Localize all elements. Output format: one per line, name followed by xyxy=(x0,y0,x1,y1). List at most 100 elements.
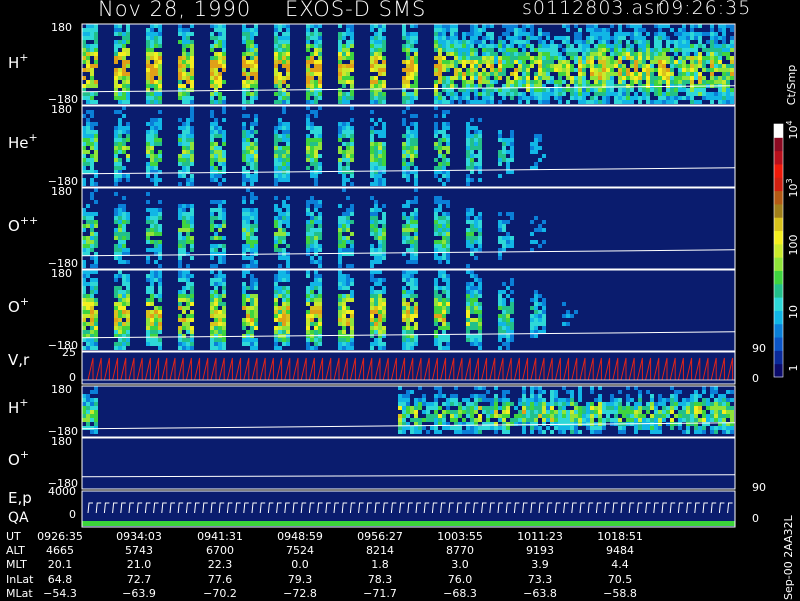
heat-cell xyxy=(314,306,318,310)
heat-cell xyxy=(514,406,518,410)
heat-cell xyxy=(522,394,526,398)
heat-cell xyxy=(486,96,490,100)
heat-cell xyxy=(246,256,250,260)
heat-cell xyxy=(594,24,598,28)
heat-cell xyxy=(630,72,634,76)
heat-cell xyxy=(182,158,186,162)
heat-cell xyxy=(82,126,86,130)
heat-cell xyxy=(314,220,318,224)
heat-cell xyxy=(730,36,734,40)
heat-cell xyxy=(274,208,278,212)
heat-cell xyxy=(406,278,410,282)
heat-cell xyxy=(402,158,406,162)
heat-cell xyxy=(82,410,86,414)
heat-cell xyxy=(414,196,418,200)
heat-cell xyxy=(434,394,438,398)
heat-cell xyxy=(690,48,694,52)
heat-cell xyxy=(154,212,158,216)
heat-cell xyxy=(614,410,618,414)
heat-cell xyxy=(650,56,654,60)
heat-cell xyxy=(538,40,542,44)
heat-cell xyxy=(722,100,726,104)
heat-cell xyxy=(498,228,502,232)
heat-cell xyxy=(378,302,382,306)
heat-cell xyxy=(438,318,442,322)
heat-cell xyxy=(450,44,454,48)
heat-cell xyxy=(374,270,378,274)
heat-cell xyxy=(678,64,682,68)
heat-cell xyxy=(626,100,630,104)
heat-cell xyxy=(222,28,226,32)
heat-cell xyxy=(510,278,514,282)
heat-cell xyxy=(586,40,590,44)
heat-cell xyxy=(242,302,246,306)
heat-cell xyxy=(90,32,94,36)
heat-cell xyxy=(450,24,454,28)
heat-cell xyxy=(542,32,546,36)
heat-cell xyxy=(614,414,618,418)
heat-cell xyxy=(306,318,310,322)
heat-cell xyxy=(250,178,254,182)
heat-cell xyxy=(158,256,162,260)
heat-cell xyxy=(306,224,310,228)
heat-cell xyxy=(222,310,226,314)
heat-cell xyxy=(146,138,150,142)
heat-cell xyxy=(542,322,546,326)
heat-cell xyxy=(442,44,446,48)
heat-cell xyxy=(114,52,118,56)
heat-cell xyxy=(466,298,470,302)
heat-cell xyxy=(614,32,618,36)
heat-cell xyxy=(498,302,502,306)
heat-cell xyxy=(442,126,446,130)
heat-cell xyxy=(650,426,654,430)
heat-cell xyxy=(286,126,290,130)
heat-cell xyxy=(286,274,290,278)
heat-cell xyxy=(438,166,442,170)
heat-cell xyxy=(338,138,342,142)
heat-cell xyxy=(182,208,186,212)
heat-cell xyxy=(222,244,226,248)
heat-cell xyxy=(250,126,254,130)
heat-cell xyxy=(686,56,690,60)
heat-cell xyxy=(654,426,658,430)
heat-cell xyxy=(374,84,378,88)
heat-cell xyxy=(510,40,514,44)
heat-cell xyxy=(122,290,126,294)
heat-cell xyxy=(566,36,570,40)
heat-cell xyxy=(242,290,246,294)
heat-cell xyxy=(122,64,126,68)
heat-cell xyxy=(90,426,94,430)
heat-cell xyxy=(438,200,442,204)
heat-cell xyxy=(210,236,214,240)
heat-cell xyxy=(706,96,710,100)
heat-cell xyxy=(662,32,666,36)
heat-cell xyxy=(338,92,342,96)
heat-cell xyxy=(446,426,450,430)
heat-cell xyxy=(310,76,314,80)
heat-cell xyxy=(118,270,122,274)
heat-cell xyxy=(490,60,494,64)
heat-cell xyxy=(82,84,86,88)
heat-cell xyxy=(442,182,446,186)
heat-cell xyxy=(478,318,482,322)
heat-cell xyxy=(306,118,310,122)
heat-cell xyxy=(602,76,606,80)
heat-cell xyxy=(246,64,250,68)
heat-cell xyxy=(554,390,558,394)
heat-cell xyxy=(382,346,386,350)
heat-cell xyxy=(246,150,250,154)
heat-cell xyxy=(338,236,342,240)
heat-cell xyxy=(86,118,90,122)
heat-cell xyxy=(478,290,482,294)
heat-cell xyxy=(378,84,382,88)
heat-cell xyxy=(454,394,458,398)
heat-cell xyxy=(374,216,378,220)
heat-cell xyxy=(534,334,538,338)
heat-cell xyxy=(318,232,322,236)
heat-cell xyxy=(414,224,418,228)
heat-cell xyxy=(638,48,642,52)
heat-cell xyxy=(122,232,126,236)
heat-cell xyxy=(122,342,126,346)
heat-cell xyxy=(570,48,574,52)
heat-cell xyxy=(158,278,162,282)
